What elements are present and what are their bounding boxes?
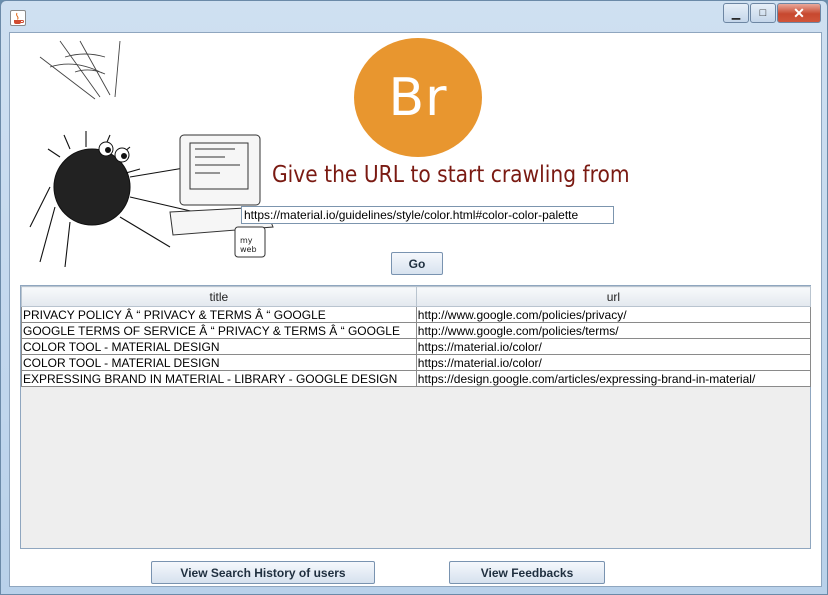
svg-text:my: my xyxy=(240,236,253,245)
table-row[interactable]: EXPRESSING BRAND IN MATERIAL - LIBRARY -… xyxy=(21,370,812,387)
results-table-panel[interactable]: title url PRIVACY POLICY Â “ PRIVACY & T… xyxy=(20,285,812,549)
table-cell-url[interactable]: https://material.io/color/ xyxy=(415,354,812,371)
minimize-button[interactable]: ▁ xyxy=(723,3,749,23)
url-input[interactable] xyxy=(241,206,614,224)
content-panel: my web Br Give the URL to start crawling… xyxy=(9,32,822,587)
java-app-icon[interactable] xyxy=(10,10,26,26)
app-window: ▁ □ ✕ my web Br Give the URL to start cr… xyxy=(0,0,828,595)
table-row[interactable]: COLOR TOOL - MATERIAL DESIGN https://mat… xyxy=(21,354,812,371)
table-row[interactable]: COLOR TOOL - MATERIAL DESIGN https://mat… xyxy=(21,338,812,355)
view-feedbacks-button[interactable]: View Feedbacks xyxy=(449,561,605,584)
spider-computer-illustration: my web xyxy=(29,40,274,268)
table-cell-title[interactable]: EXPRESSING BRAND IN MATERIAL - LIBRARY -… xyxy=(21,370,417,387)
table-row[interactable]: PRIVACY POLICY Â “ PRIVACY & TERMS Â “ G… xyxy=(21,306,812,323)
svg-text:web: web xyxy=(240,245,257,254)
maximize-button[interactable]: □ xyxy=(750,3,776,23)
brand-logo: Br xyxy=(354,38,482,157)
title-bar[interactable]: ▁ □ ✕ xyxy=(1,1,827,29)
table-cell-title[interactable]: COLOR TOOL - MATERIAL DESIGN xyxy=(21,354,417,371)
table-cell-url[interactable]: https://design.google.com/articles/expre… xyxy=(415,370,812,387)
table-cell-title[interactable]: PRIVACY POLICY Â “ PRIVACY & TERMS Â “ G… xyxy=(21,306,417,323)
table-cell-title[interactable]: COLOR TOOL - MATERIAL DESIGN xyxy=(21,338,417,355)
results-table: title url PRIVACY POLICY Â “ PRIVACY & T… xyxy=(21,286,812,387)
go-button[interactable]: Go xyxy=(391,252,443,275)
logo-text: Br xyxy=(388,67,448,128)
table-cell-url[interactable]: http://www.google.com/policies/terms/ xyxy=(415,322,812,339)
column-header-title[interactable]: title xyxy=(21,286,417,307)
column-header-url[interactable]: url xyxy=(415,286,812,307)
table-cell-url[interactable]: https://material.io/color/ xyxy=(415,338,812,355)
table-cell-url[interactable]: http://www.google.com/policies/privacy/ xyxy=(415,306,812,323)
close-button[interactable]: ✕ xyxy=(777,3,821,23)
table-row[interactable]: GOOGLE TERMS OF SERVICE Â “ PRIVACY & TE… xyxy=(21,322,812,339)
headline: Give the URL to start crawling from xyxy=(272,162,630,188)
view-search-history-button[interactable]: View Search History of users xyxy=(151,561,375,584)
table-cell-title[interactable]: GOOGLE TERMS OF SERVICE Â “ PRIVACY & TE… xyxy=(21,322,417,339)
